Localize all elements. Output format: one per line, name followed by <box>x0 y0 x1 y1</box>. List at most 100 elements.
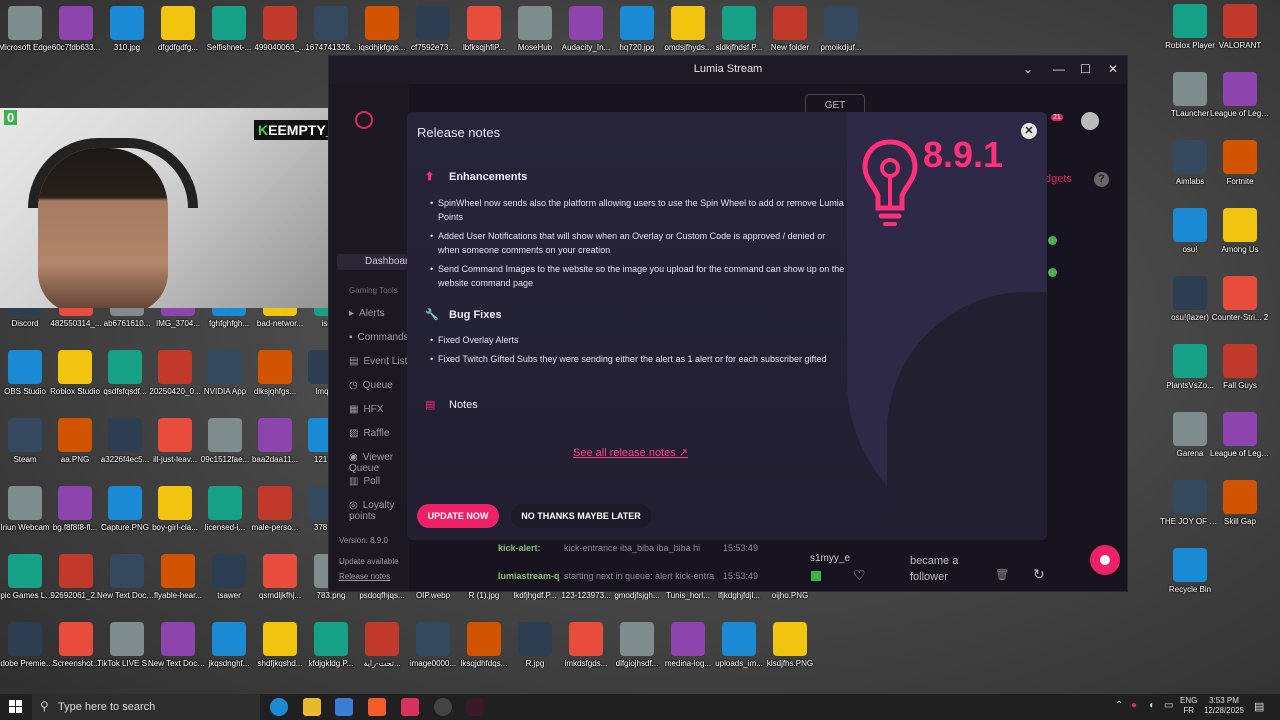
section-bug-fixes: 🔧 Bug Fixes <box>425 308 502 321</box>
close-window-button[interactable]: ✕ <box>1108 62 1118 76</box>
desktop-icon[interactable]: Among Us <box>1210 208 1270 254</box>
file-thumbnail-icon <box>8 6 42 40</box>
desktop-icon-label: League of Legends PBE <box>1210 449 1270 458</box>
section-enhancements: ⬆ Enhancements <box>425 170 527 183</box>
poll-icon: ▥ <box>349 476 359 487</box>
external-link-icon: ↗ <box>678 447 689 459</box>
file-thumbnail-icon <box>671 6 705 40</box>
sidebar-item-queue[interactable]: ◷ Queue <box>349 380 393 391</box>
widgets-link[interactable]: dgets <box>1045 173 1072 185</box>
file-thumbnail-icon <box>1173 344 1207 378</box>
desktop-icon[interactable]: Skill Gap <box>1210 480 1270 526</box>
help-icon[interactable]: ? <box>1094 172 1109 187</box>
sidebar-item-loyalty[interactable]: ◎ Loyalty points <box>349 500 409 522</box>
sidebar-item-alerts[interactable]: ▸ Alerts <box>349 308 385 319</box>
file-thumbnail-icon <box>208 486 242 520</box>
sidebar-label: Alerts <box>359 308 385 319</box>
file-thumbnail-icon <box>212 622 246 656</box>
desktop-icon[interactable]: Counter-Stri... 2 <box>1210 276 1270 322</box>
close-modal-button[interactable]: ✕ <box>1021 123 1037 139</box>
lang-code: ENG <box>1180 696 1198 705</box>
file-thumbnail-icon <box>258 486 292 520</box>
file-thumbnail-icon <box>212 554 246 588</box>
loyalty-icon: ◎ <box>349 500 358 511</box>
chevron-down-icon[interactable]: ⌄ <box>1023 62 1033 76</box>
sidebar-label: Poll <box>363 476 381 487</box>
desktop-icon[interactable]: VALORANT <box>1210 4 1270 50</box>
chrome-icon[interactable] <box>434 698 452 716</box>
tray-lumia-icon[interactable]: ● <box>1131 700 1137 711</box>
sidebar-item-event-list[interactable]: ▤ Event List <box>349 356 407 367</box>
language-indicator[interactable]: ENG FR <box>1180 696 1197 716</box>
file-thumbnail-icon <box>824 6 858 40</box>
list-icon: ▤ <box>349 356 359 367</box>
desktop-icon[interactable]: Fall Guys <box>1210 344 1270 390</box>
release-notes-link[interactable]: Release notes <box>339 572 390 581</box>
file-thumbnail-icon <box>314 6 348 40</box>
file-thumbnail-icon <box>59 6 93 40</box>
minimize-button[interactable]: — <box>1053 62 1065 76</box>
sidebar-item-hfx[interactable]: ▦ HFX <box>349 404 383 415</box>
lumia-taskbar-icon[interactable] <box>466 698 484 716</box>
file-explorer-icon[interactable] <box>303 698 321 716</box>
desktop-icon[interactable]: klsdjfhs.PNG <box>760 622 820 668</box>
section-notes: ▤ Notes <box>425 398 478 411</box>
sidebar-item-commands[interactable]: ▪ Commands <box>349 332 409 343</box>
section-heading: Enhancements <box>449 171 528 183</box>
store-icon[interactable] <box>335 698 353 716</box>
update-available-text: Update available <box>339 557 399 566</box>
desktop-icon[interactable]: League of Legends PBE <box>1210 412 1270 458</box>
file-thumbnail-icon <box>263 622 297 656</box>
file-thumbnail-icon <box>365 6 399 40</box>
speaker-icon[interactable]: ◖ <box>1148 700 1154 711</box>
avatar[interactable] <box>1081 112 1099 130</box>
webcam-counter: 0 <box>4 110 18 125</box>
raffle-icon: ▨ <box>349 428 359 439</box>
see-all-release-notes-link[interactable]: See all release notes ↗ <box>573 446 688 459</box>
region-code: FR <box>1183 706 1194 715</box>
heart-icon[interactable]: ♡ <box>853 567 866 584</box>
title-bar[interactable]: Lumia Stream ⌄ — ☐ ✕ <box>329 56 1127 84</box>
event-message: kick-entrance iba_biba iba_biba hi <box>564 543 701 553</box>
clock[interactable]: 3:53 PM 12/28/2025 <box>1200 696 1248 716</box>
file-thumbnail-icon <box>1223 208 1257 242</box>
desktop-icon[interactable]: Recycle Bin <box>1160 548 1220 594</box>
brave-icon[interactable] <box>368 698 386 716</box>
sidebar-label: Raffle <box>363 428 390 439</box>
file-thumbnail-icon <box>1173 4 1207 38</box>
sidebar-item-viewer-queue[interactable]: ◉ Viewer Queue <box>349 452 409 474</box>
sidebar-item-poll[interactable]: ▥ Poll <box>349 476 380 487</box>
tray-chevron-icon[interactable]: ⌃ <box>1115 700 1123 711</box>
file-thumbnail-icon <box>518 622 552 656</box>
desktop-icon-label: VALORANT <box>1218 41 1262 50</box>
file-thumbnail-icon <box>1223 276 1257 310</box>
chat-fab-button[interactable] <box>1090 545 1120 575</box>
desktop-icon[interactable]: pmoikdjuf... <box>811 6 871 52</box>
refresh-icon[interactable]: ↻ <box>1033 566 1045 583</box>
version-number: 8.9.1 <box>923 134 1004 175</box>
file-thumbnail-icon <box>161 622 195 656</box>
app-taskbar-icon[interactable] <box>401 698 419 716</box>
file-thumbnail-icon <box>8 622 42 656</box>
notification-center-icon[interactable]: ▤ <box>1254 700 1264 713</box>
file-thumbnail-icon <box>1223 140 1257 174</box>
trash-icon[interactable]: 🗑 <box>995 568 1009 581</box>
update-now-button[interactable]: UPDATE NOW <box>417 504 499 528</box>
taskbar: ⚲ Type here to search ⌃ ● ◖ ▭ ENG FR 3:5… <box>0 694 1280 720</box>
no-thanks-button[interactable]: NO THANKS MAYBE LATER <box>511 504 651 528</box>
file-thumbnail-icon <box>416 6 450 40</box>
search-box[interactable]: ⚲ Type here to search <box>32 694 260 720</box>
edge-taskbar-icon[interactable] <box>270 698 288 716</box>
file-thumbnail-icon <box>108 350 142 384</box>
list-item: Fixed Overlay Alerts <box>430 333 848 347</box>
desktop-icon[interactable]: Fortnite <box>1210 140 1270 186</box>
follower-text: became a follower <box>910 555 959 583</box>
file-thumbnail-icon <box>1173 72 1207 106</box>
desktop-icon[interactable]: League of Legends <box>1210 72 1270 118</box>
network-icon[interactable]: ▭ <box>1164 700 1173 711</box>
sidebar-label: Event List <box>363 356 408 367</box>
file-thumbnail-icon <box>58 418 92 452</box>
sidebar-item-raffle[interactable]: ▨ Raffle <box>349 428 389 439</box>
windows-start-icon[interactable] <box>9 700 22 713</box>
maximize-button[interactable]: ☐ <box>1080 62 1091 76</box>
